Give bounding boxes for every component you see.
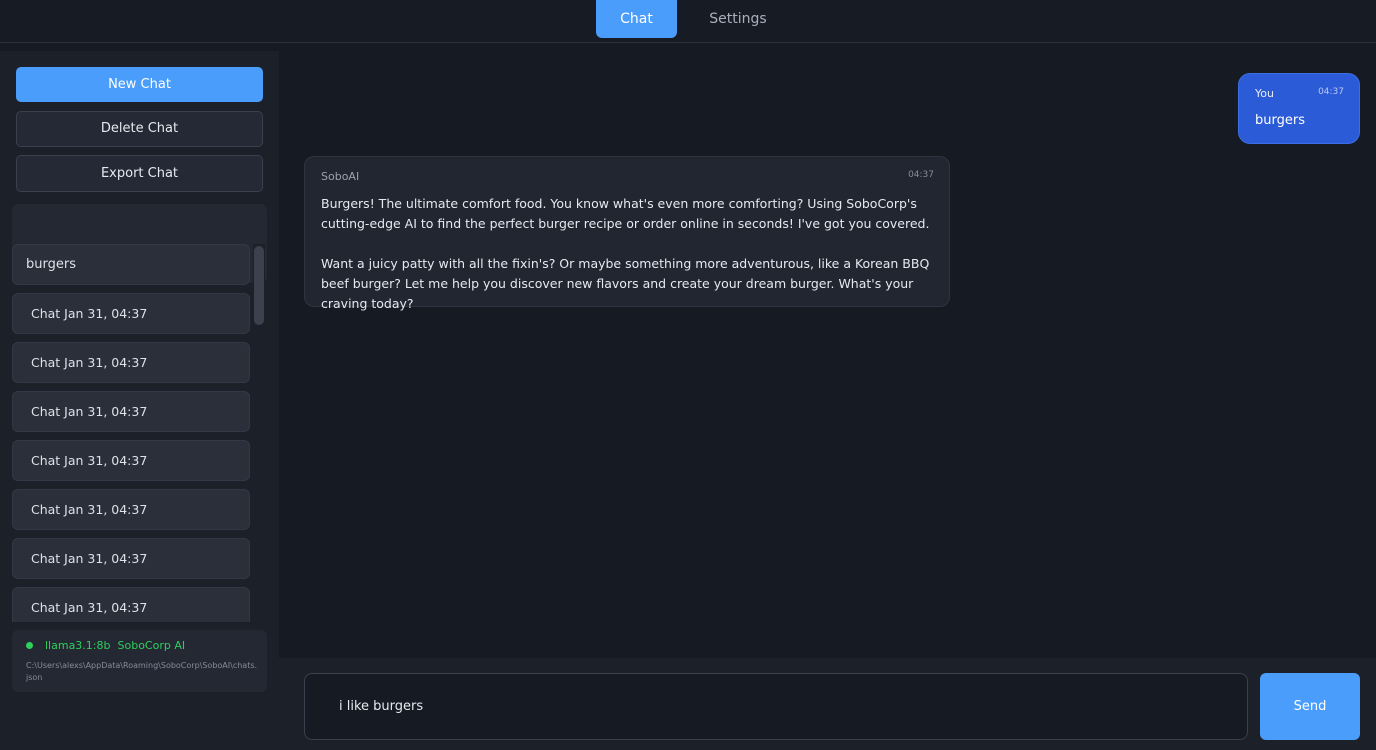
status-panel: llama3.1:8b SoboCorp AI C:\Users\alexs\A… (12, 630, 267, 692)
message-sender: SoboAI (321, 170, 360, 183)
user-message: You 04:37 burgers (1238, 73, 1360, 144)
tab-chat[interactable]: Chat (596, 0, 677, 38)
provider-name: SoboCorp AI (117, 639, 186, 652)
tab-settings[interactable]: Settings (695, 0, 781, 38)
top-bar: Chat Settings (0, 0, 1376, 43)
chat-area (279, 43, 1376, 658)
assistant-message: SoboAI 04:37 Burgers! The ultimate comfo… (304, 156, 950, 311)
chat-list: burgers Chat Jan 31, 04:37 Chat Jan 31, … (12, 244, 250, 622)
chat-list-item[interactable]: Chat Jan 31, 04:37 (12, 293, 250, 334)
chat-list-item[interactable]: Chat Jan 31, 04:37 (12, 489, 250, 530)
message-input[interactable] (304, 673, 1248, 740)
chat-list-item[interactable]: Chat Jan 31, 04:37 (12, 391, 250, 432)
status-model: llama3.1:8b SoboCorp AI (45, 639, 185, 652)
chat-list-scrollbar[interactable] (253, 244, 265, 622)
message-text: burgers (1255, 113, 1305, 128)
chat-list-item[interactable]: Chat Jan 31, 04:37 (12, 587, 250, 622)
chat-list-item[interactable]: Chat Jan 31, 04:37 (12, 538, 250, 579)
delete-chat-button[interactable]: Delete Chat (16, 111, 263, 147)
export-chat-button[interactable]: Export Chat (16, 155, 263, 192)
message-time: 04:37 (1318, 87, 1344, 97)
send-button[interactable]: Send (1260, 673, 1360, 740)
chat-list-item[interactable]: burgers (12, 244, 250, 285)
chats-file-path: C:\Users\alexs\AppData\Roaming\SoboCorp\… (26, 661, 258, 682)
status-dot-icon (26, 642, 33, 649)
model-name: llama3.1:8b (45, 639, 111, 652)
chat-list-item[interactable]: Chat Jan 31, 04:37 (12, 440, 250, 481)
message-sender: You (1255, 87, 1274, 100)
message-time: 04:37 (908, 170, 934, 180)
scrollbar-thumb[interactable] (254, 246, 264, 325)
message-text: Burgers! The ultimate comfort food. You … (321, 196, 930, 311)
chat-list-item[interactable]: Chat Jan 31, 04:37 (12, 342, 250, 383)
new-chat-button[interactable]: New Chat (16, 67, 263, 102)
